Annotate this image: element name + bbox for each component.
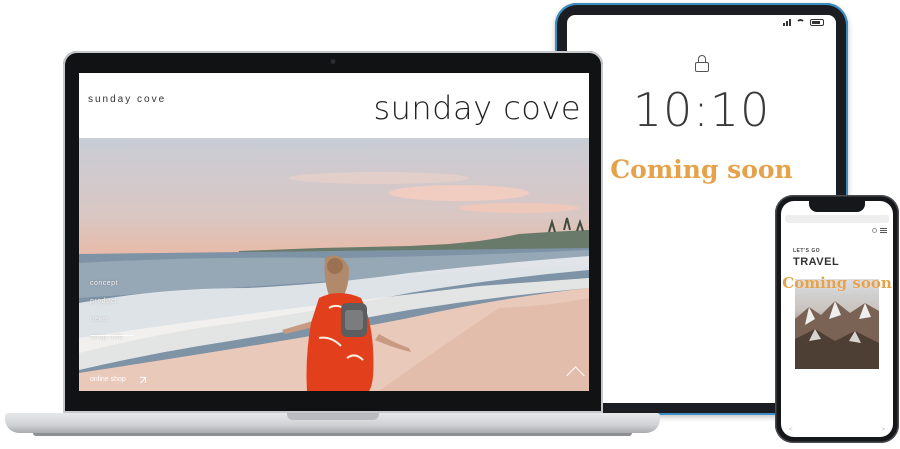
hero-beach-image: concept product news shop info bbox=[79, 138, 589, 391]
trackpad-notch bbox=[287, 413, 379, 420]
beach-scene bbox=[79, 172, 589, 391]
site-nav: concept product news shop info bbox=[90, 280, 123, 341]
laptop-base bbox=[5, 413, 660, 436]
phone-website: LET'S GO TRAVEL Coming soon < > bbox=[781, 201, 893, 437]
online-shop-label: online shop bbox=[90, 376, 126, 383]
site-logo[interactable]: sunday cove bbox=[88, 94, 166, 105]
phone-heading: TRAVEL bbox=[793, 256, 840, 268]
back-button[interactable]: < bbox=[789, 427, 793, 433]
online-shop-link[interactable]: online shop bbox=[90, 376, 146, 383]
laptop-feet bbox=[33, 433, 632, 436]
phone-header-icons bbox=[872, 228, 887, 233]
external-link-icon bbox=[139, 376, 146, 383]
status-bar bbox=[783, 19, 824, 26]
signal-icon bbox=[783, 19, 791, 26]
camera-icon bbox=[330, 59, 336, 64]
nav-concept[interactable]: concept bbox=[90, 280, 123, 287]
nav-product[interactable]: product bbox=[90, 298, 123, 305]
coming-soon-label: Coming soon bbox=[782, 274, 892, 292]
search-icon[interactable] bbox=[872, 228, 877, 233]
phone-device: LET'S GO TRAVEL Coming soon < > bbox=[775, 195, 899, 443]
site-header: sunday cove sunday cove bbox=[79, 73, 589, 138]
lock-screen-time: 10:10 bbox=[632, 83, 771, 137]
wifi-icon bbox=[796, 19, 805, 26]
lock-icon bbox=[694, 55, 709, 73]
mountain-photo bbox=[795, 279, 879, 369]
nav-news[interactable]: news bbox=[90, 316, 123, 323]
laptop-website: sunday cove sunday cove concept product … bbox=[79, 73, 589, 391]
coming-soon-label: Coming soon bbox=[610, 155, 793, 184]
battery-icon bbox=[810, 19, 824, 26]
menu-icon[interactable] bbox=[880, 228, 887, 233]
site-title: sunday cove bbox=[373, 89, 581, 127]
address-bar[interactable] bbox=[785, 215, 889, 223]
nav-divider bbox=[90, 335, 134, 336]
browser-nav: < > bbox=[789, 427, 885, 433]
phone-notch bbox=[809, 201, 865, 212]
forward-button[interactable]: > bbox=[881, 427, 885, 433]
phone-subheading: LET'S GO bbox=[793, 248, 821, 254]
